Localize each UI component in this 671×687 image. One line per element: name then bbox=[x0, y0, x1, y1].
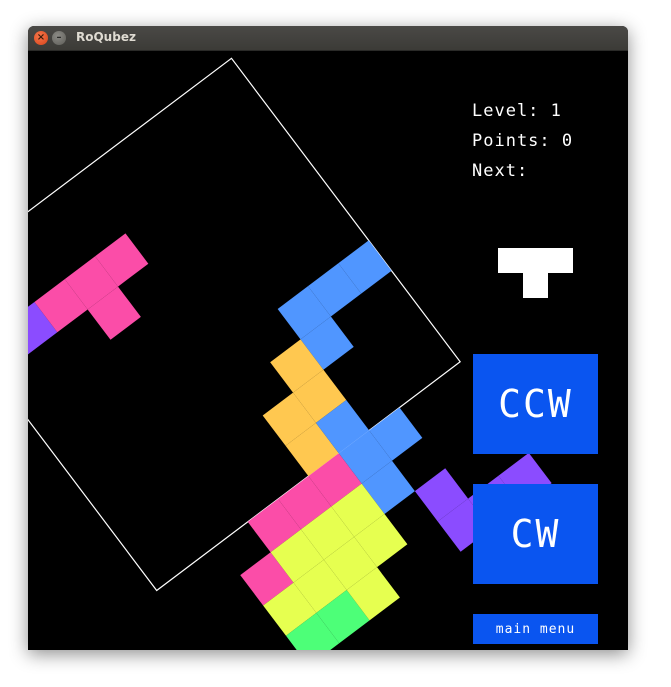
next-piece-cell bbox=[548, 248, 573, 273]
points-readout: Points: 0 bbox=[472, 131, 574, 151]
next-label: Next: bbox=[472, 161, 529, 181]
level-readout: Level: 1 bbox=[472, 101, 562, 121]
rotate-ccw-label: CCW bbox=[498, 382, 573, 426]
rotate-cw-button[interactable]: CW bbox=[473, 484, 598, 584]
next-piece-cell bbox=[523, 273, 548, 298]
window-title: RoQubez bbox=[76, 30, 136, 44]
title-bar: × – RoQubez bbox=[28, 26, 628, 51]
main-menu-button[interactable]: main menu bbox=[473, 614, 598, 644]
game-window: × – RoQubez Level: 1 Points: 0 Next: CCW… bbox=[28, 26, 628, 650]
rotate-cw-label: CW bbox=[510, 512, 561, 556]
close-window-button[interactable]: × bbox=[34, 31, 48, 45]
next-piece-cell bbox=[498, 248, 523, 273]
game-area: Level: 1 Points: 0 Next: CCW CW main men… bbox=[28, 50, 628, 650]
main-menu-label: main menu bbox=[495, 621, 576, 637]
next-piece-cell bbox=[523, 248, 548, 273]
next-piece-preview bbox=[498, 248, 573, 298]
minimize-window-button[interactable]: – bbox=[52, 31, 66, 45]
rotate-ccw-button[interactable]: CCW bbox=[473, 354, 598, 454]
well-frame bbox=[28, 57, 462, 592]
